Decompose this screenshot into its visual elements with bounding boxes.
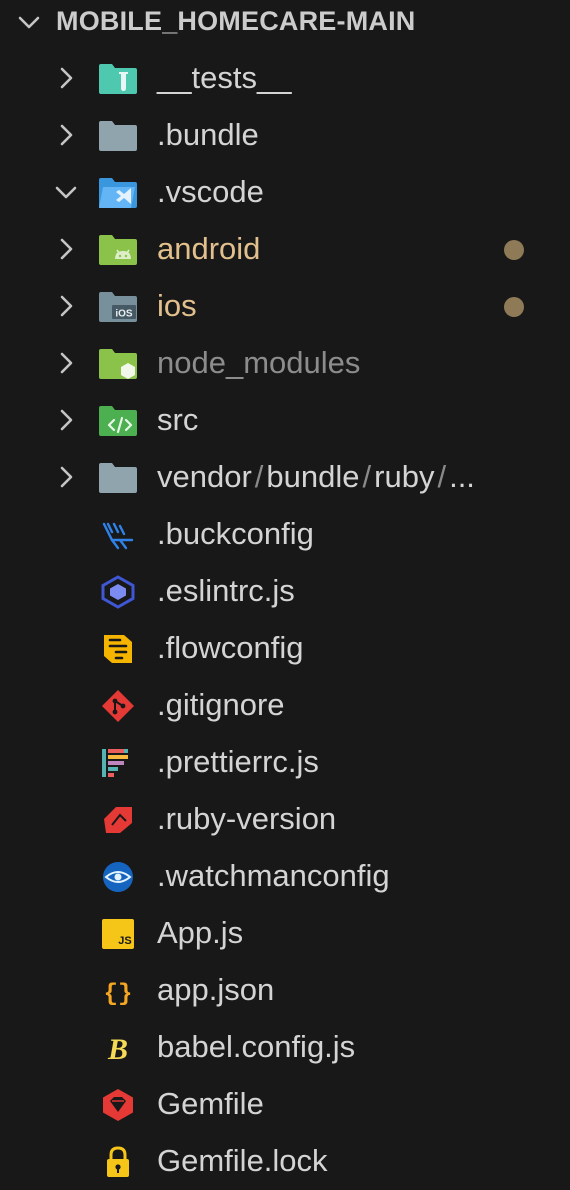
svg-text:B: B — [107, 1033, 128, 1065]
javascript-icon: JS — [98, 917, 138, 951]
path-separator: / — [437, 459, 447, 494]
flow-icon — [98, 632, 138, 666]
svg-text:iOS: iOS — [115, 309, 133, 320]
path-segment[interactable]: bundle — [266, 459, 359, 494]
folder-icon — [98, 119, 138, 153]
folder-label: node_modules — [157, 345, 361, 380]
path-segment[interactable]: vendor — [157, 459, 252, 494]
tests-folder-icon — [98, 62, 138, 96]
compact-folder-path: vendor/bundle/ruby/... — [157, 458, 475, 496]
file-label: Gemfile — [157, 1086, 264, 1121]
ios-folder-icon: iOS — [98, 290, 138, 324]
file-label: .watchmanconfig — [157, 858, 390, 893]
ruby-icon — [98, 803, 138, 837]
folder-label: src — [157, 402, 199, 437]
tree-folder-tests[interactable]: __tests__ — [0, 50, 570, 107]
file-label: .flowconfig — [157, 630, 304, 665]
file-tree: __tests__ .bundle .vscode android iOS io… — [0, 50, 570, 1190]
buck-icon — [98, 518, 138, 552]
eslint-icon — [98, 575, 138, 609]
svg-text:{}: {} — [104, 981, 133, 1008]
folder-label: .vscode — [157, 174, 264, 209]
babel-icon: B — [98, 1031, 138, 1065]
file-explorer: MOBILE_HOMECARE-MAIN __tests__ .bundle .… — [0, 0, 570, 1188]
tree-folder-android[interactable]: android — [0, 221, 570, 278]
tree-file-app-js[interactable]: JS App.js — [0, 905, 570, 962]
folder-icon — [98, 461, 138, 495]
tree-file-babel-config[interactable]: B babel.config.js — [0, 1019, 570, 1076]
node-folder-icon — [98, 347, 138, 381]
file-label: app.json — [157, 972, 275, 1007]
explorer-root-header[interactable]: MOBILE_HOMECARE-MAIN — [0, 0, 570, 46]
chevron-right-icon — [52, 235, 80, 263]
modified-indicator-dot — [504, 240, 524, 260]
prettier-icon — [98, 746, 138, 780]
path-ellipsis: ... — [449, 459, 475, 494]
chevron-right-icon — [52, 292, 80, 320]
workspace-root-title: MOBILE_HOMECARE-MAIN — [56, 6, 416, 36]
tree-folder-src[interactable]: src — [0, 392, 570, 449]
file-label: Gemfile.lock — [157, 1143, 328, 1178]
chevron-right-icon — [52, 64, 80, 92]
folder-label: .bundle — [157, 117, 259, 152]
tree-folder-vendor-compact[interactable]: vendor/bundle/ruby/... — [0, 449, 570, 506]
file-label: .ruby-version — [157, 801, 337, 836]
path-segment[interactable]: ruby — [374, 459, 434, 494]
modified-indicator-dot — [504, 297, 524, 317]
file-label: .gitignore — [157, 687, 285, 722]
tree-file-gemfile-lock[interactable]: Gemfile.lock — [0, 1133, 570, 1190]
android-folder-icon — [98, 233, 138, 267]
file-label: .eslintrc.js — [157, 573, 295, 608]
chevron-right-icon — [52, 463, 80, 491]
chevron-down-icon — [52, 178, 80, 206]
tree-file-flowconfig[interactable]: .flowconfig — [0, 620, 570, 677]
chevron-right-icon — [52, 121, 80, 149]
vscode-folder-icon — [98, 176, 138, 210]
tree-file-gitignore[interactable]: .gitignore — [0, 677, 570, 734]
gemfile-icon — [98, 1088, 138, 1122]
chevron-down-icon — [16, 10, 42, 36]
watchman-icon — [98, 860, 138, 894]
path-separator: / — [362, 459, 372, 494]
file-label: .buckconfig — [157, 516, 314, 551]
json-icon: {} — [98, 974, 138, 1008]
file-label: App.js — [157, 915, 244, 950]
file-label: babel.config.js — [157, 1029, 356, 1064]
tree-file-ruby-version[interactable]: .ruby-version — [0, 791, 570, 848]
tree-file-app-json[interactable]: {} app.json — [0, 962, 570, 1019]
tree-file-prettierrc[interactable]: .prettierrc.js — [0, 734, 570, 791]
chevron-right-icon — [52, 406, 80, 434]
tree-file-watchmanconfig[interactable]: .watchmanconfig — [0, 848, 570, 905]
folder-label: __tests__ — [157, 60, 292, 95]
src-folder-icon — [98, 404, 138, 438]
tree-file-buckconfig[interactable]: .buckconfig — [0, 506, 570, 563]
tree-folder-node-modules[interactable]: node_modules — [0, 335, 570, 392]
folder-label: ios — [157, 288, 197, 323]
tree-folder-ios[interactable]: iOS ios — [0, 278, 570, 335]
tree-folder-bundle[interactable]: .bundle — [0, 107, 570, 164]
tree-file-eslintrc[interactable]: .eslintrc.js — [0, 563, 570, 620]
lock-icon — [98, 1145, 138, 1179]
file-label: .prettierrc.js — [157, 744, 319, 779]
tree-file-gemfile[interactable]: Gemfile — [0, 1076, 570, 1133]
tree-folder-vscode[interactable]: .vscode — [0, 164, 570, 221]
folder-label: android — [157, 231, 261, 266]
svg-text:JS: JS — [118, 935, 131, 947]
path-separator: / — [254, 459, 264, 494]
chevron-right-icon — [52, 349, 80, 377]
git-icon — [98, 689, 138, 723]
